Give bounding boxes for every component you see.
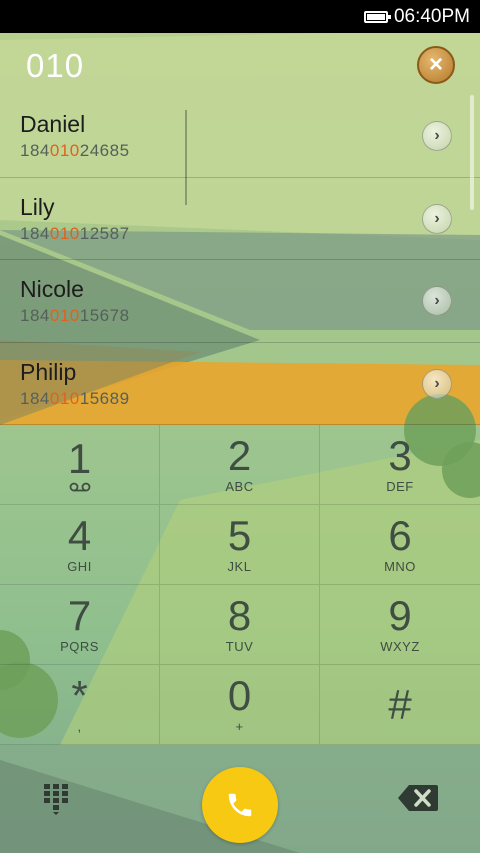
contact-row-lily[interactable]: Lily 18401012587 ›: [0, 178, 480, 260]
contact-number: 18401015678: [20, 306, 130, 325]
dialpad: 1 2 ABC 3 DEF 4 GHI 5 JKL 6 MNO 7 PQRS 8…: [0, 425, 480, 745]
contact-name: Nicole: [20, 276, 84, 302]
key-hash[interactable]: #: [320, 665, 480, 745]
battery-icon: [363, 10, 391, 23]
key-0[interactable]: 0 +: [160, 665, 320, 745]
chevron-right-icon: ›: [434, 209, 440, 227]
key-6[interactable]: 6 MNO: [320, 505, 480, 585]
call-button[interactable]: [202, 767, 278, 843]
key-7[interactable]: 7 PQRS: [0, 585, 160, 665]
chevron-right-icon: ›: [434, 127, 440, 144]
dialer-action-bar: [0, 745, 480, 853]
key-1[interactable]: 1: [0, 425, 160, 505]
chevron-right-icon: ›: [434, 374, 440, 392]
contact-detail-button[interactable]: ›: [422, 203, 452, 234]
contact-number: 18401015689: [20, 388, 130, 408]
status-time: 06:40PM: [393, 5, 470, 27]
key-4[interactable]: 4 GHI: [0, 505, 160, 585]
status-bar: 06:40PM: [0, 0, 480, 33]
dialer-header: 010: [0, 33, 480, 95]
number-match: 010: [49, 141, 80, 160]
dialpad-icon[interactable]: [42, 782, 74, 816]
key-3[interactable]: 3 DEF: [320, 425, 480, 505]
key-5[interactable]: 5 JKL: [160, 505, 320, 585]
backspace-icon[interactable]: [397, 784, 439, 812]
contact-number: 18401012587: [20, 223, 130, 243]
key-9[interactable]: 9 WXYZ: [320, 585, 480, 665]
voicemail-icon: [69, 482, 90, 491]
contact-number: 18401024685: [20, 141, 130, 160]
key-8[interactable]: 8 TUV: [160, 585, 320, 665]
key-2[interactable]: 2 ABC: [160, 425, 320, 505]
number-match: 010: [49, 223, 80, 243]
dialed-number[interactable]: 010: [26, 47, 84, 85]
close-icon: ×: [428, 51, 443, 78]
number-match: 010: [49, 306, 80, 325]
phone-icon: [228, 793, 252, 817]
contact-detail-button[interactable]: ›: [422, 368, 452, 399]
contact-row-philip[interactable]: Philip 18401015689 ›: [0, 343, 480, 425]
contact-name: Daniel: [20, 111, 86, 137]
contact-detail-button[interactable]: ›: [422, 121, 452, 151]
number-match: 010: [49, 388, 80, 408]
clear-button[interactable]: ×: [417, 46, 455, 84]
contact-name: Philip: [20, 358, 77, 385]
contact-name: Lily: [20, 193, 55, 220]
chevron-right-icon: ›: [434, 292, 440, 309]
contact-row-daniel[interactable]: Daniel 18401024685 ›: [0, 95, 480, 178]
key-star[interactable]: * ,: [0, 665, 160, 745]
contact-suggestions: Daniel 18401024685 › Lily 18401012587 › …: [0, 95, 480, 425]
contact-row-nicole[interactable]: Nicole 18401015678 ›: [0, 260, 480, 343]
contacts-scrollbar[interactable]: [470, 95, 474, 210]
contact-detail-button[interactable]: ›: [422, 286, 452, 316]
